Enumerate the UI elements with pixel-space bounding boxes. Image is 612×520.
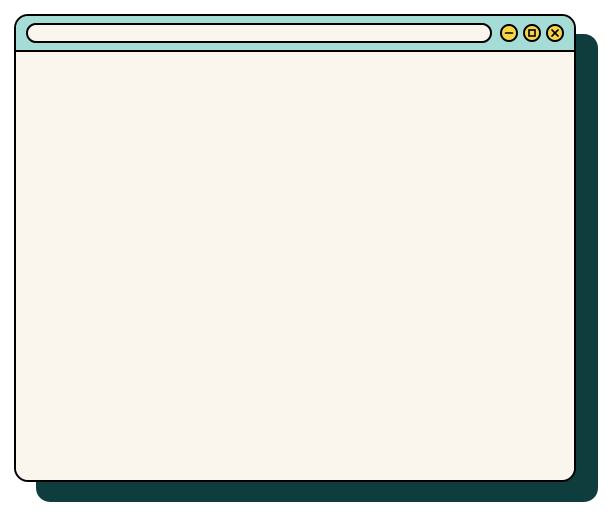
content-area — [16, 52, 574, 480]
close-button[interactable] — [546, 24, 564, 42]
window-titlebar — [16, 16, 574, 52]
minimize-icon — [504, 28, 514, 38]
maximize-icon — [527, 28, 537, 38]
close-icon — [550, 28, 560, 38]
maximize-button[interactable] — [523, 24, 541, 42]
minimize-button[interactable] — [500, 24, 518, 42]
url-bar[interactable] — [26, 23, 492, 43]
window-controls — [500, 24, 564, 42]
browser-window — [14, 14, 576, 482]
